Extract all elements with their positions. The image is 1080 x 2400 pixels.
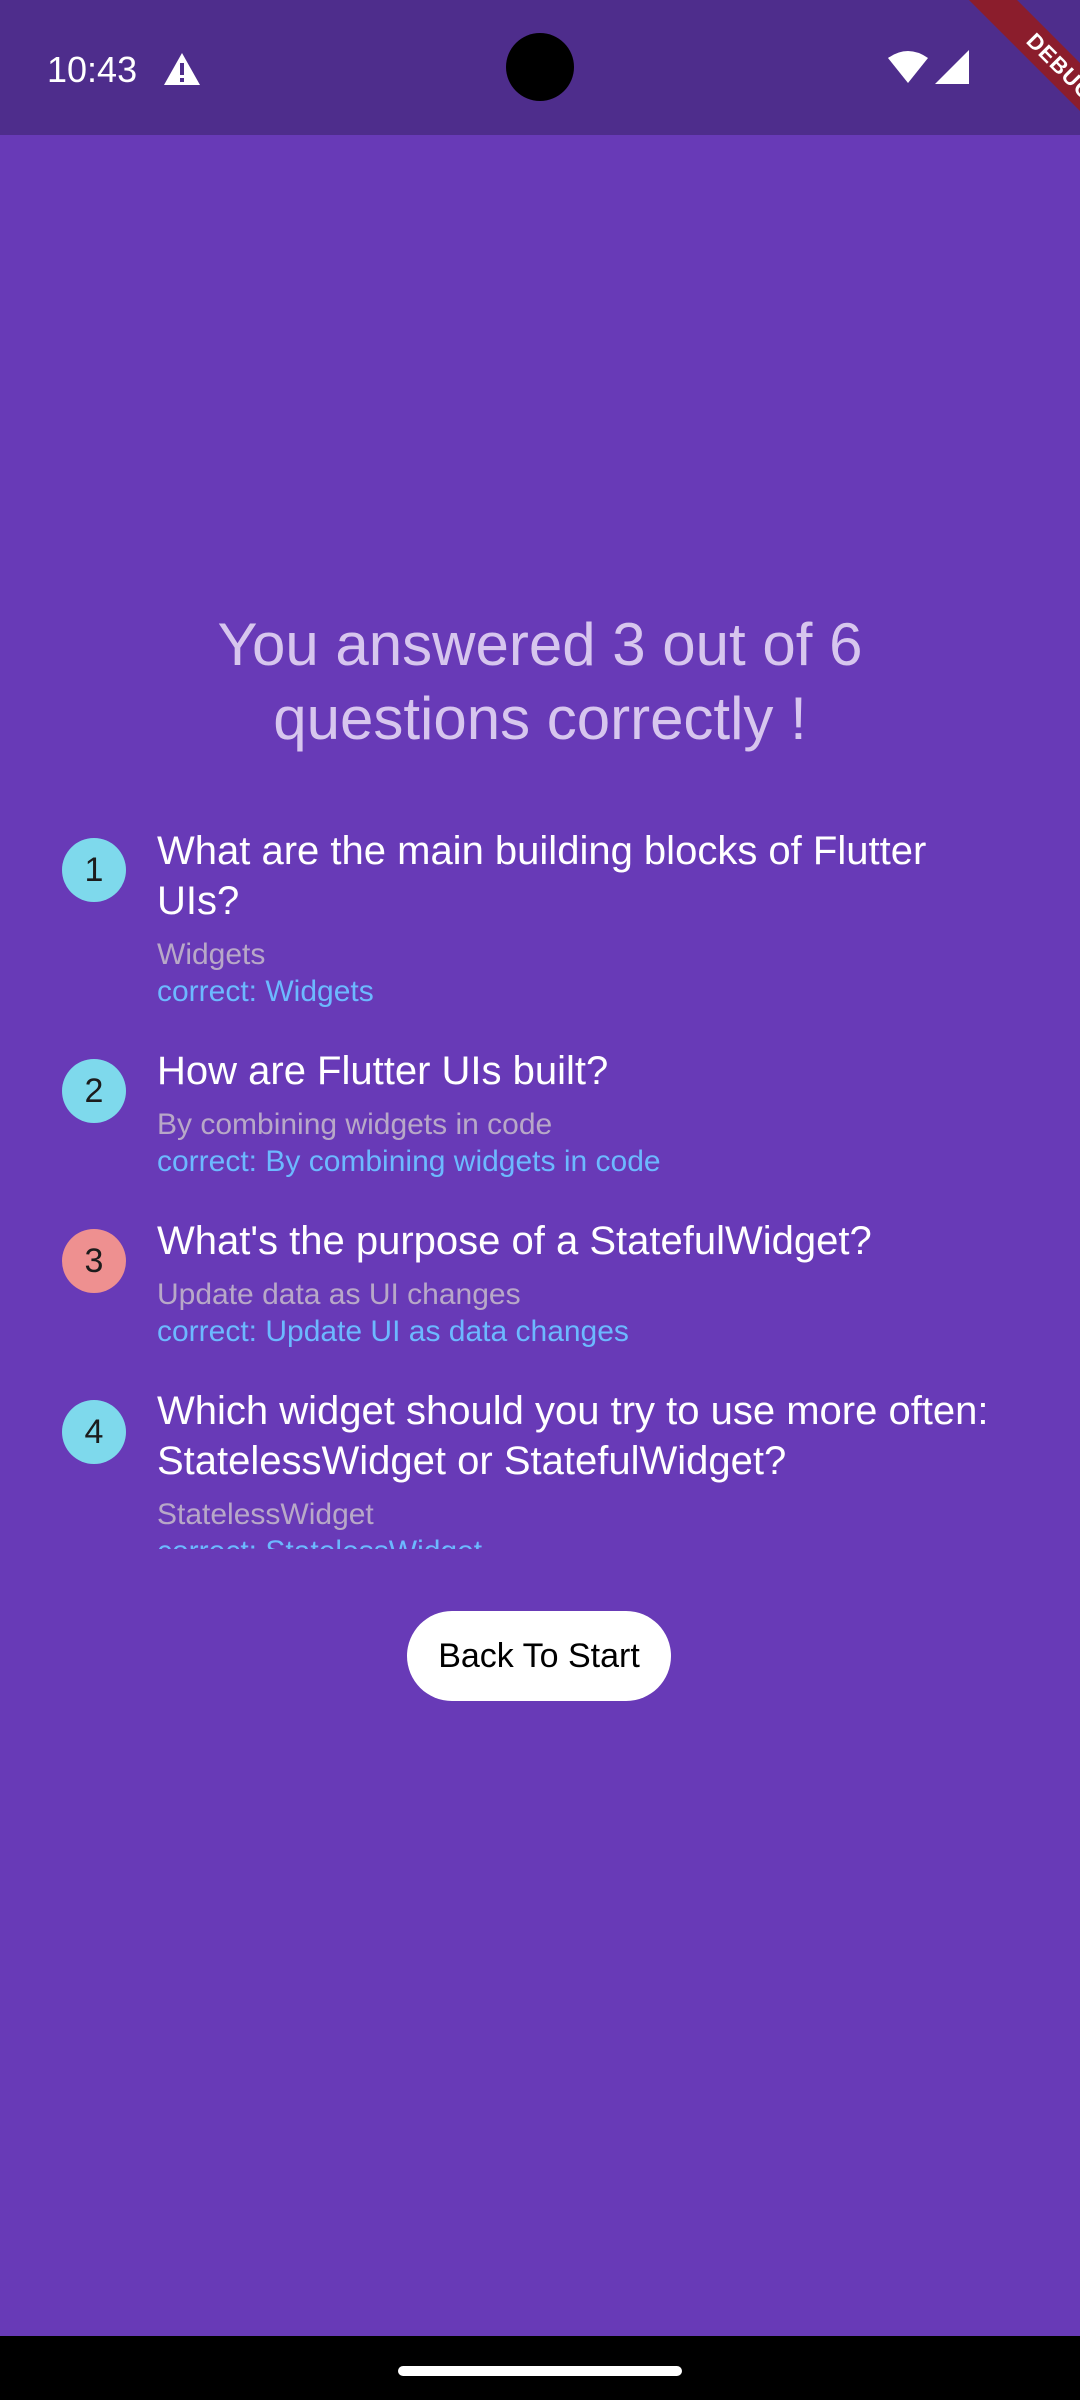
status-bar: 10:43 DEBUG — [0, 0, 1080, 160]
summary-item-text: What are the main building blocks of Flu… — [157, 826, 997, 1010]
summary-item-text: How are Flutter UIs built? By combining … — [157, 1046, 997, 1180]
question-text: How are Flutter UIs built? — [157, 1049, 609, 1093]
question-text: Which widget should you try to use more … — [157, 1389, 989, 1483]
warning-icon — [164, 53, 200, 85]
debug-banner: DEBUG — [920, 0, 1080, 160]
question-index-badge: 3 — [62, 1229, 126, 1293]
questions-summary-list[interactable]: 1 What are the main building blocks of F… — [0, 826, 1080, 1549]
user-answer: By combining widgets in code — [157, 1108, 553, 1141]
correct-answer: correct: By combining widgets in code — [157, 1145, 661, 1178]
summary-item-text: Which widget should you try to use more … — [157, 1386, 997, 1549]
correct-answer: correct: Widgets — [157, 975, 374, 1008]
results-title: You answered 3 out of 6 questions correc… — [217, 611, 863, 752]
question-index-badge: 4 — [62, 1400, 126, 1464]
question-text: What are the main building blocks of Flu… — [157, 829, 927, 923]
status-time: 10:43 — [47, 49, 138, 90]
summary-item-text: What's the purpose of a StatefulWidget? … — [157, 1216, 997, 1350]
user-answer: Update data as UI changes — [157, 1278, 521, 1311]
camera-cutout — [506, 33, 574, 101]
question-text: What's the purpose of a StatefulWidget? — [157, 1219, 872, 1263]
correct-answer: correct: StatelessWidget — [157, 1533, 997, 1549]
correct-answer: correct: Update UI as data changes — [157, 1315, 629, 1348]
user-answer: StatelessWidget — [157, 1498, 374, 1531]
question-index-badge: 2 — [62, 1059, 126, 1123]
user-answer: Widgets — [157, 938, 266, 971]
debug-label: DEBUG — [966, 0, 1080, 160]
home-indicator[interactable] — [398, 2366, 682, 2376]
question-index-badge: 1 — [62, 838, 126, 902]
back-to-start-button[interactable]: Back To Start — [407, 1611, 671, 1701]
